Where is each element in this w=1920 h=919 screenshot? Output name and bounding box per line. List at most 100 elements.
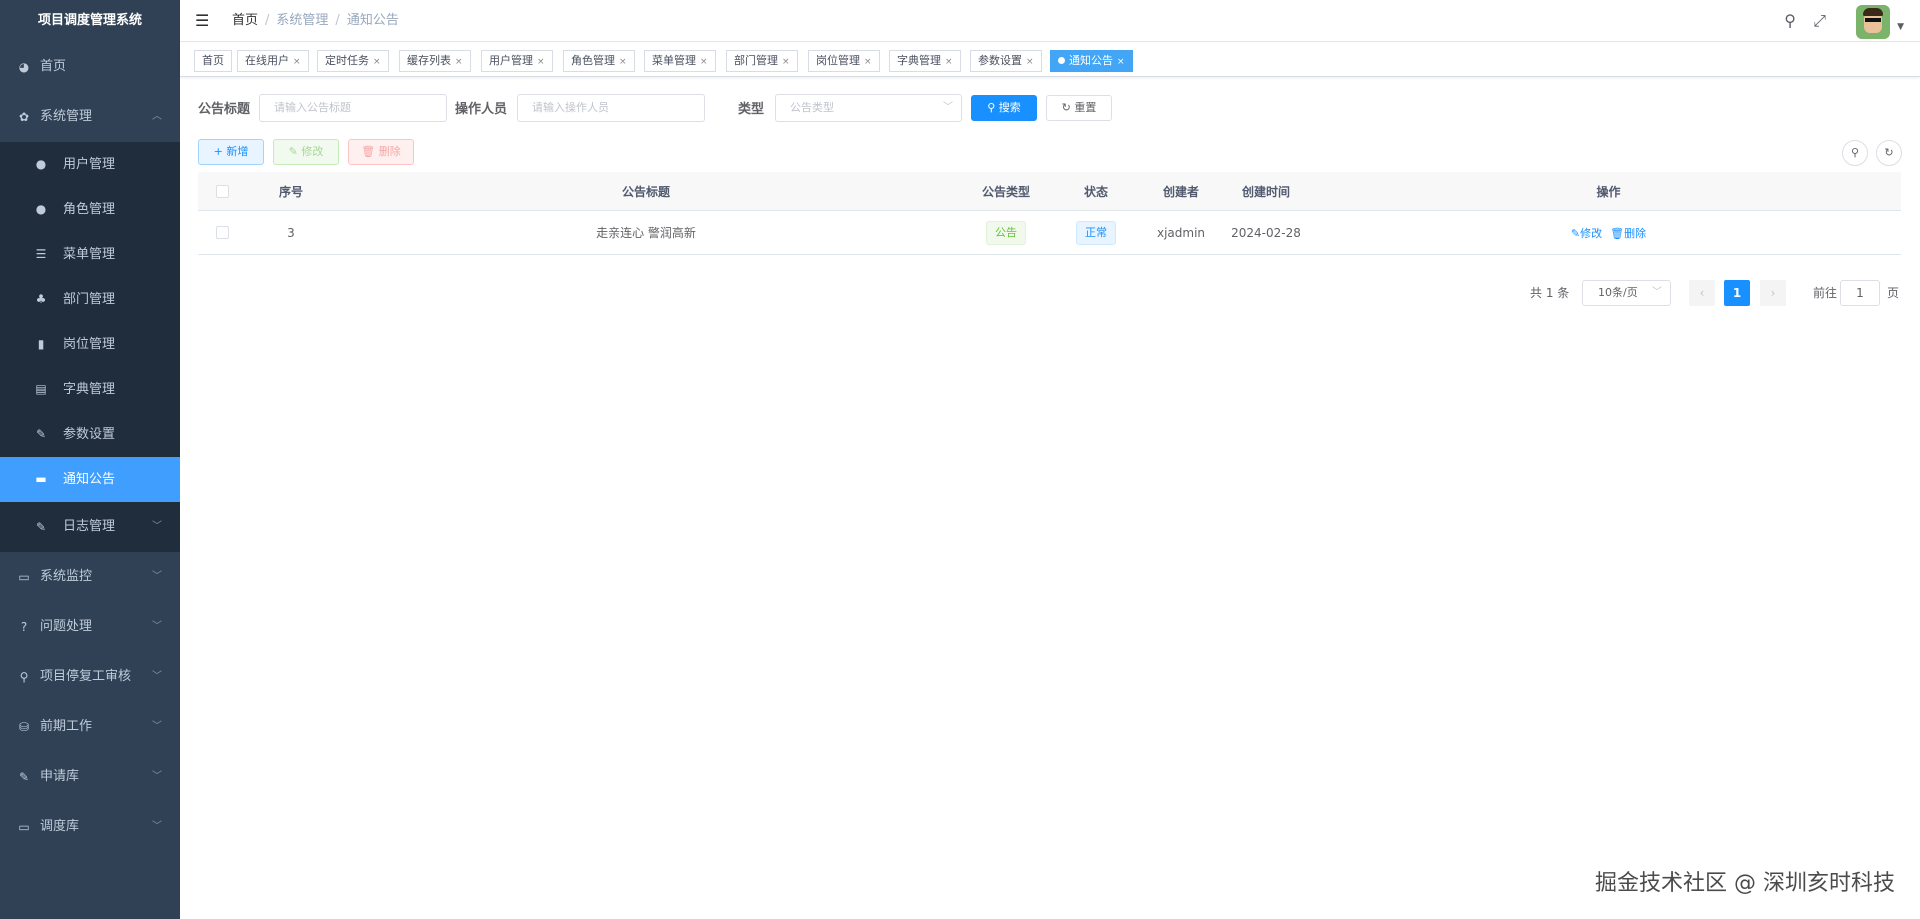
breadcrumb: 首页 / 系统管理 / 通知公告 (232, 0, 399, 42)
page-size-select[interactable]: 10条/页 ﹀ (1582, 280, 1671, 306)
row-delete-label: 删除 (1624, 226, 1647, 240)
tag-user[interactable]: 用户管理 × (481, 50, 553, 72)
tag-post[interactable]: 岗位管理 × (808, 50, 880, 72)
hamburger-icon[interactable]: ☰ (195, 11, 209, 30)
add-button[interactable]: + 新增 (198, 139, 264, 165)
system-submenu: ● 用户管理 ● 角色管理 ☰ 菜单管理 ♣ 部门管理 ▮ 岗位管理 ▤ 字典管… (0, 142, 180, 552)
sidebar-item-system[interactable]: ✿ 系统管理 ︿ (0, 92, 180, 142)
close-icon[interactable]: × (537, 57, 545, 67)
close-icon[interactable]: × (945, 57, 953, 67)
sidebar-item-roles[interactable]: ● 角色管理 (0, 187, 180, 232)
delete-button[interactable]: 🗑 删除 (348, 139, 414, 165)
tag-cache[interactable]: 缓存列表 × (399, 50, 471, 72)
notice-title-label: 公告标题 (198, 102, 251, 117)
page-number-button[interactable]: 1 (1724, 280, 1750, 306)
close-icon[interactable]: × (293, 57, 301, 67)
sidebar-item-apply[interactable]: ✎ 申请库 ﹀ (0, 752, 180, 802)
close-icon[interactable]: × (782, 57, 790, 67)
tag-label: 参数设置 (978, 54, 1022, 67)
refresh-icon: ↻ (1061, 101, 1071, 114)
sidebar-item-users[interactable]: ● 用户管理 (0, 142, 180, 187)
avatar[interactable] (1856, 5, 1890, 39)
sidebar-item-label: 部门管理 (63, 292, 116, 307)
fullscreen-icon[interactable]: ⤢ (1813, 11, 1826, 31)
sidebar-item-home[interactable]: ◕ 首页 (0, 42, 180, 92)
tag-notice[interactable]: 通知公告 × (1050, 50, 1133, 72)
status-badge: 正常 (1076, 220, 1116, 245)
close-icon[interactable]: × (455, 57, 463, 67)
operator-input[interactable]: 请输入操作人员 (517, 94, 705, 122)
sidebar-item-logs[interactable]: ✎ 日志管理 ﹀ (0, 502, 180, 552)
close-icon[interactable]: × (373, 57, 381, 67)
sidebar-item-label: 问题处理 (40, 619, 93, 634)
page-size-value: 10条/页 (1598, 286, 1638, 299)
search-button[interactable]: ⚲ 搜索 (971, 95, 1037, 121)
search-icon: ⚲ (1850, 146, 1860, 159)
tag-label: 岗位管理 (816, 54, 860, 67)
sidebar-item-monitor[interactable]: ▭ 系统监控 ﹀ (0, 552, 180, 602)
search-icon[interactable]: ⚲ (1784, 11, 1796, 30)
search-icon: ⚲ (987, 101, 996, 114)
tag-label: 在线用户 (245, 54, 289, 67)
close-icon[interactable]: × (619, 57, 627, 67)
reset-button[interactable]: ↻ 重置 (1046, 95, 1112, 121)
type-select[interactable]: 公告类型 ﹀ (775, 94, 962, 122)
chevron-down-icon: ﹀ (152, 671, 162, 682)
next-page-button[interactable]: › (1760, 280, 1786, 306)
gear-icon: ✿ (18, 110, 30, 124)
edit-button[interactable]: ✎ 修改 (273, 139, 339, 165)
breadcrumb-item[interactable]: 首页 (232, 13, 258, 28)
tag-label: 定时任务 (325, 54, 369, 67)
caret-down-icon[interactable]: ▼ (1897, 22, 1904, 32)
notice-title-input[interactable]: 请输入公告标题 (259, 94, 447, 122)
sidebar-item-label: 菜单管理 (63, 247, 116, 262)
close-icon[interactable]: × (1117, 57, 1125, 67)
column-header: 序号 (278, 184, 303, 199)
sidebar-item-config[interactable]: ✎ 参数设置 (0, 412, 180, 457)
refresh-button[interactable]: ↻ (1876, 140, 1902, 166)
tag-job[interactable]: 定时任务 × (317, 50, 389, 72)
question-icon: ? (20, 620, 28, 634)
row-edit-link[interactable]: ✎修改 (1571, 225, 1602, 241)
goto-page-input[interactable]: 1 (1840, 280, 1880, 306)
post-icon: ▮ (37, 337, 45, 351)
sidebar-item-label: 字典管理 (63, 382, 116, 397)
column-header: 创建时间 (1241, 184, 1290, 199)
tag-dict[interactable]: 字典管理 × (889, 50, 961, 72)
sidebar-item-label: 首页 (40, 59, 67, 74)
prev-page-button[interactable]: ‹ (1689, 280, 1715, 306)
edit-icon: ✎ (18, 770, 30, 784)
close-icon[interactable]: × (700, 57, 708, 67)
tag-home[interactable]: 首页 (194, 50, 232, 72)
sidebar-item-label: 通知公告 (63, 472, 116, 487)
sidebar-item-label: 用户管理 (63, 157, 116, 172)
tag-role[interactable]: 角色管理 × (563, 50, 635, 72)
chevron-down-icon: ﹀ (152, 721, 162, 732)
tag-menu[interactable]: 菜单管理 × (644, 50, 716, 72)
sidebar-item-prework[interactable]: ⛁ 前期工作 ﹀ (0, 702, 180, 752)
tag-online[interactable]: 在线用户 × (237, 50, 309, 72)
tag-dept[interactable]: 部门管理 × (726, 50, 798, 72)
tag-label: 通知公告 (1069, 54, 1113, 67)
select-all-checkbox[interactable] (215, 184, 229, 198)
close-icon[interactable]: × (864, 57, 872, 67)
sidebar-item-audit[interactable]: ⚲ 项目停复工审核 ﹀ (0, 652, 180, 702)
table-row[interactable]: 3 走亲连心 警润高新 公告 正常 xjadmin 2024-02-28 ✎修改… (198, 211, 1901, 255)
sidebar-item-issues[interactable]: ? 问题处理 ﹀ (0, 602, 180, 652)
row-delete-link[interactable]: 🗑删除 (1610, 225, 1646, 241)
toggle-search-button[interactable]: ⚲ (1842, 140, 1868, 166)
sidebar-item-dispatch[interactable]: ▭ 调度库 ﹀ (0, 802, 180, 852)
page-unit-label: 页 (1887, 286, 1900, 300)
row-checkbox[interactable] (215, 226, 229, 239)
trash-icon: 🗑 (1610, 226, 1625, 240)
close-icon[interactable]: × (1026, 57, 1034, 67)
sidebar-item-label: 角色管理 (63, 202, 116, 217)
column-header: 状态 (1083, 184, 1108, 199)
sidebar-item-posts[interactable]: ▮ 岗位管理 (0, 322, 180, 367)
sidebar-item-menus[interactable]: ☰ 菜单管理 (0, 232, 180, 277)
sidebar-item-depts[interactable]: ♣ 部门管理 (0, 277, 180, 322)
sidebar-item-notice[interactable]: ▬ 通知公告 (0, 457, 180, 502)
type-badge: 公告 (986, 220, 1026, 245)
sidebar-item-dicts[interactable]: ▤ 字典管理 (0, 367, 180, 412)
tag-config[interactable]: 参数设置 × (970, 50, 1042, 72)
